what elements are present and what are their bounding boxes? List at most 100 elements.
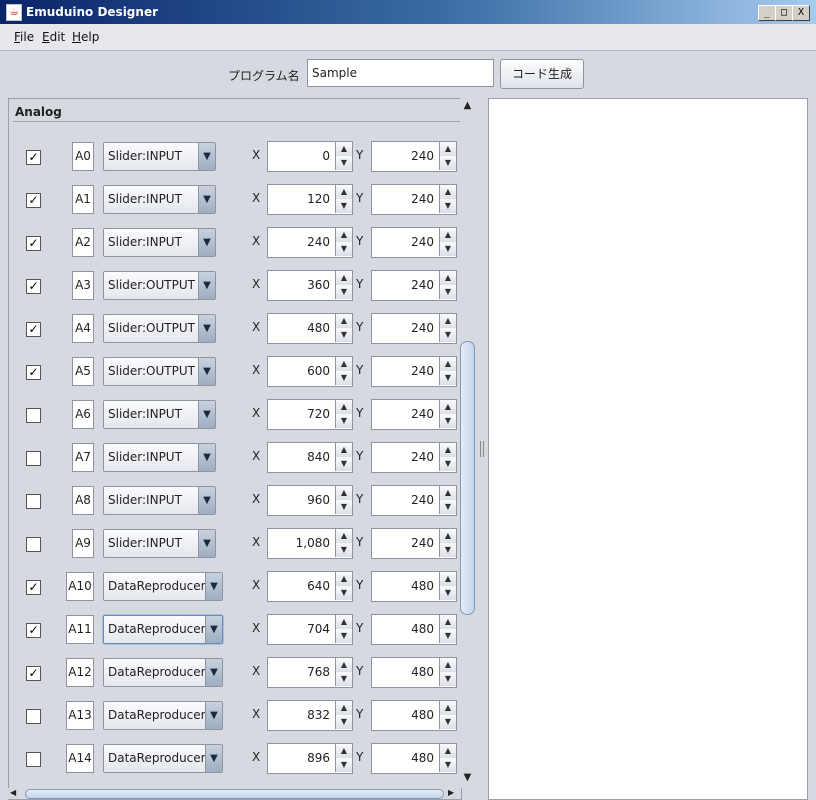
spin-up-icon[interactable]: ▲ — [335, 701, 352, 716]
preview-canvas[interactable] — [488, 98, 808, 800]
x-spinner[interactable]: 120 ▲ ▼ — [267, 184, 353, 215]
spin-up-icon[interactable]: ▲ — [439, 271, 456, 286]
enable-checkbox[interactable] — [26, 537, 41, 552]
dropdown-arrow-icon[interactable]: ▼ — [198, 530, 215, 557]
spin-down-icon[interactable]: ▼ — [335, 500, 352, 514]
spin-up-icon[interactable]: ▲ — [335, 185, 352, 200]
close-button[interactable]: X — [792, 5, 810, 21]
spin-up-icon[interactable]: ▲ — [439, 486, 456, 501]
spin-down-icon[interactable]: ▼ — [335, 156, 352, 170]
title-bar[interactable]: ☕ Emuduino Designer _ □ X — [0, 0, 816, 24]
spin-up-icon[interactable]: ▲ — [439, 658, 456, 673]
x-spinner[interactable]: 704 ▲ ▼ — [267, 614, 353, 645]
component-type-select[interactable]: Slider:INPUT ▼ — [103, 400, 216, 429]
program-name-input[interactable]: Sample — [307, 59, 494, 87]
spin-up-icon[interactable]: ▲ — [439, 572, 456, 587]
pin-name-field[interactable]: A7 — [72, 443, 94, 472]
y-spinner[interactable]: 240 ▲ ▼ — [371, 442, 457, 473]
dropdown-arrow-icon[interactable]: ▼ — [205, 573, 222, 600]
spin-up-icon[interactable]: ▲ — [335, 443, 352, 458]
dropdown-arrow-icon[interactable]: ▼ — [205, 702, 222, 729]
spin-down-icon[interactable]: ▼ — [335, 672, 352, 686]
y-spinner[interactable]: 240 ▲ ▼ — [371, 528, 457, 559]
spin-up-icon[interactable]: ▲ — [335, 486, 352, 501]
dropdown-arrow-icon[interactable]: ▼ — [205, 745, 222, 772]
component-type-select[interactable]: Slider:INPUT ▼ — [103, 185, 216, 214]
scroll-left-icon[interactable]: ◀ — [10, 788, 16, 797]
pin-name-field[interactable]: A4 — [72, 314, 94, 343]
spin-down-icon[interactable]: ▼ — [335, 457, 352, 471]
spin-down-icon[interactable]: ▼ — [439, 156, 456, 170]
spin-up-icon[interactable]: ▲ — [439, 142, 456, 157]
pin-name-field[interactable]: A3 — [72, 271, 94, 300]
spin-up-icon[interactable]: ▲ — [335, 572, 352, 587]
spin-up-icon[interactable]: ▲ — [439, 701, 456, 716]
component-type-select[interactable]: Slider:OUTPUT ▼ — [103, 314, 216, 343]
spin-down-icon[interactable]: ▼ — [335, 758, 352, 772]
spin-down-icon[interactable]: ▼ — [439, 242, 456, 256]
component-type-select[interactable]: Slider:OUTPUT ▼ — [103, 357, 216, 386]
dropdown-arrow-icon[interactable]: ▼ — [198, 358, 215, 385]
spin-down-icon[interactable]: ▼ — [335, 285, 352, 299]
spin-down-icon[interactable]: ▼ — [335, 328, 352, 342]
spin-up-icon[interactable]: ▲ — [439, 314, 456, 329]
spin-down-icon[interactable]: ▼ — [335, 586, 352, 600]
spin-down-icon[interactable]: ▼ — [335, 543, 352, 557]
spin-up-icon[interactable]: ▲ — [335, 314, 352, 329]
enable-checkbox[interactable]: ✓ — [26, 666, 41, 681]
x-spinner[interactable]: 840 ▲ ▼ — [267, 442, 353, 473]
component-type-select[interactable]: Slider:INPUT ▼ — [103, 228, 216, 257]
spin-up-icon[interactable]: ▲ — [335, 400, 352, 415]
spin-down-icon[interactable]: ▼ — [439, 500, 456, 514]
pin-name-field[interactable]: A5 — [72, 357, 94, 386]
dropdown-arrow-icon[interactable]: ▼ — [198, 444, 215, 471]
y-spinner[interactable]: 240 ▲ ▼ — [371, 184, 457, 215]
pin-name-field[interactable]: A13 — [66, 701, 94, 730]
component-type-select[interactable]: Slider:INPUT ▼ — [103, 443, 216, 472]
y-spinner[interactable]: 240 ▲ ▼ — [371, 313, 457, 344]
enable-checkbox[interactable]: ✓ — [26, 279, 41, 294]
component-type-select[interactable]: DataReproducer ▼ — [103, 744, 223, 773]
x-spinner[interactable]: 600 ▲ ▼ — [267, 356, 353, 387]
pin-name-field[interactable]: A14 — [66, 744, 94, 773]
x-spinner[interactable]: 960 ▲ ▼ — [267, 485, 353, 516]
x-spinner[interactable]: 768 ▲ ▼ — [267, 657, 353, 688]
pin-name-field[interactable]: A1 — [72, 185, 94, 214]
component-type-select[interactable]: DataReproducer ▼ — [103, 615, 223, 644]
spin-up-icon[interactable]: ▲ — [439, 228, 456, 243]
spin-down-icon[interactable]: ▼ — [439, 371, 456, 385]
menu-file[interactable]: File — [14, 30, 34, 44]
scroll-down-icon[interactable]: ▼ — [460, 770, 475, 786]
y-spinner[interactable]: 240 ▲ ▼ — [371, 356, 457, 387]
spin-down-icon[interactable]: ▼ — [335, 371, 352, 385]
spin-down-icon[interactable]: ▼ — [439, 586, 456, 600]
y-spinner[interactable]: 480 ▲ ▼ — [371, 700, 457, 731]
spin-down-icon[interactable]: ▼ — [335, 414, 352, 428]
component-type-select[interactable]: Slider:INPUT ▼ — [103, 529, 216, 558]
spin-up-icon[interactable]: ▲ — [439, 185, 456, 200]
horizontal-scrollbar[interactable]: ◀ ▶ — [8, 788, 460, 799]
x-spinner[interactable]: 640 ▲ ▼ — [267, 571, 353, 602]
component-type-select[interactable]: Slider:OUTPUT ▼ — [103, 271, 216, 300]
spin-up-icon[interactable]: ▲ — [335, 529, 352, 544]
x-spinner[interactable]: 240 ▲ ▼ — [267, 227, 353, 258]
spin-up-icon[interactable]: ▲ — [335, 142, 352, 157]
dropdown-arrow-icon[interactable]: ▼ — [205, 659, 222, 686]
spin-down-icon[interactable]: ▼ — [439, 328, 456, 342]
pin-name-field[interactable]: A10 — [66, 572, 94, 601]
component-type-select[interactable]: Slider:INPUT ▼ — [103, 142, 216, 171]
spin-down-icon[interactable]: ▼ — [439, 543, 456, 557]
spin-up-icon[interactable]: ▲ — [335, 744, 352, 759]
y-spinner[interactable]: 240 ▲ ▼ — [371, 485, 457, 516]
spin-up-icon[interactable]: ▲ — [439, 615, 456, 630]
dropdown-arrow-icon[interactable]: ▼ — [198, 401, 215, 428]
spin-down-icon[interactable]: ▼ — [439, 199, 456, 213]
vertical-scrollbar[interactable]: ▲ ▼ — [460, 98, 475, 788]
spin-down-icon[interactable]: ▼ — [439, 457, 456, 471]
spin-up-icon[interactable]: ▲ — [439, 400, 456, 415]
enable-checkbox[interactable]: ✓ — [26, 322, 41, 337]
component-type-select[interactable]: DataReproducer ▼ — [103, 572, 223, 601]
dropdown-arrow-icon[interactable]: ▼ — [198, 272, 215, 299]
spin-up-icon[interactable]: ▲ — [439, 357, 456, 372]
enable-checkbox[interactable]: ✓ — [26, 365, 41, 380]
